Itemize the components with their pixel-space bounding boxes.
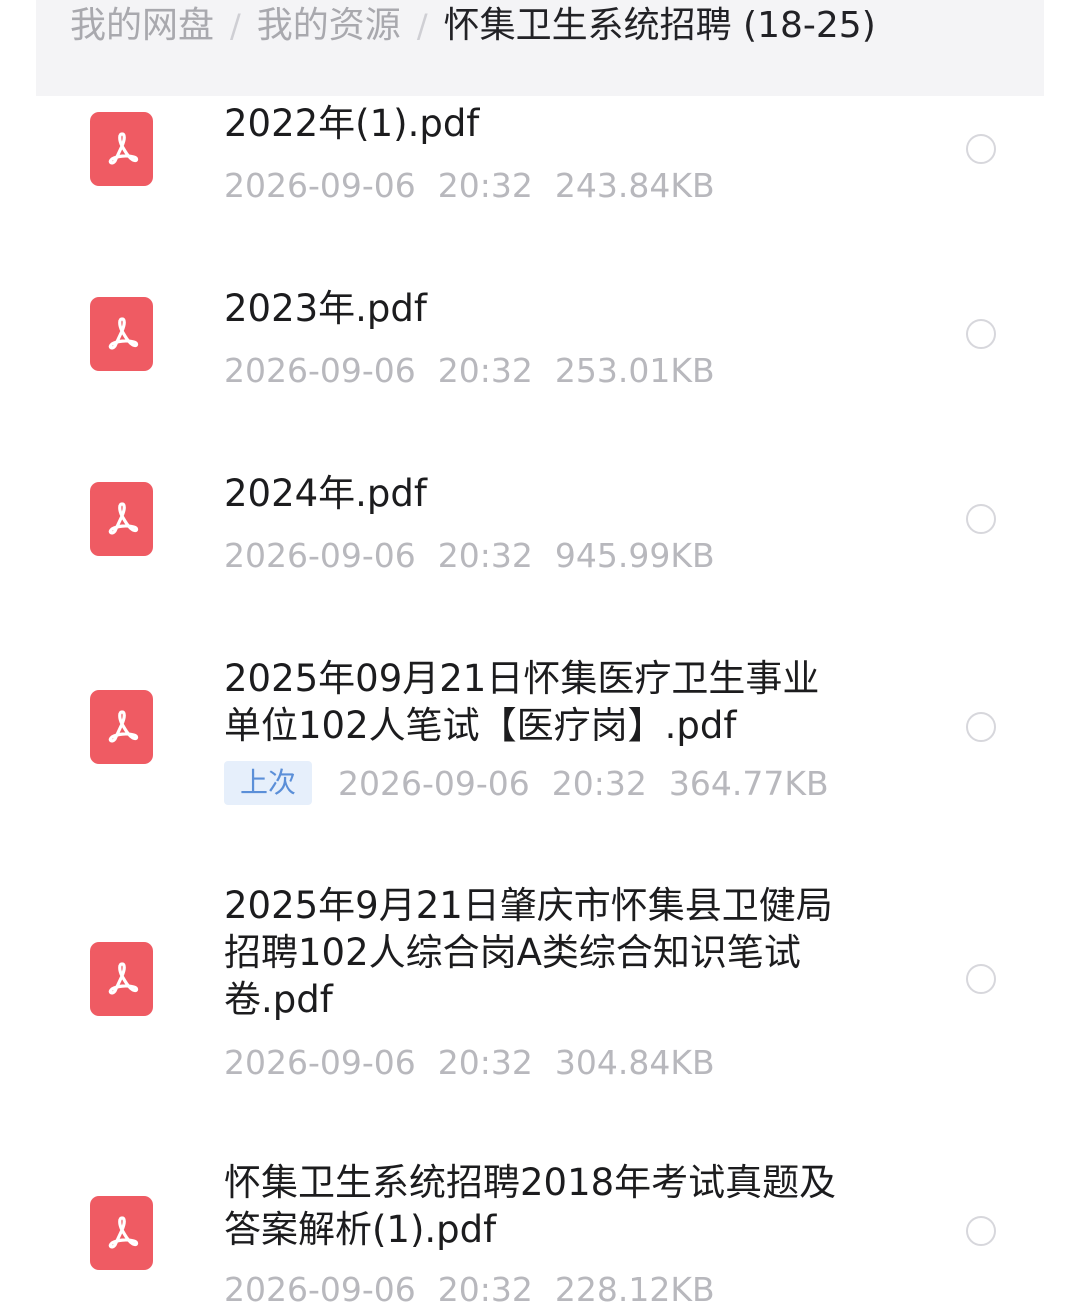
radio-circle-icon[interactable] xyxy=(966,319,996,349)
file-date: 2026-09-06 xyxy=(338,763,530,803)
file-size: 253.01KB xyxy=(554,350,715,390)
breadcrumb-separator: / xyxy=(416,7,428,45)
file-time: 20:32 xyxy=(551,763,647,803)
file-date: 2026-09-06 xyxy=(224,1042,416,1082)
file-time: 20:32 xyxy=(437,1269,533,1302)
file-meta: 2026-09-06 20:32 228.12KB xyxy=(224,1267,715,1302)
file-row[interactable]: 怀集卫生系统招聘2018年考试真题及答案解析(1).pdf 2026-09-06… xyxy=(0,1153,1079,1302)
file-meta: 2026-09-06 20:32 304.84KB xyxy=(224,1040,715,1084)
file-name[interactable]: 2023年.pdf xyxy=(224,285,854,332)
pdf-file-icon xyxy=(90,112,153,186)
breadcrumb-my-resources[interactable]: 我的资源 xyxy=(257,0,401,52)
file-name[interactable]: 2025年9月21日肇庆市怀集县卫健局招聘102人综合岗A类综合知识笔试卷.pd… xyxy=(224,882,854,1023)
radio-circle-icon[interactable] xyxy=(966,134,996,164)
file-row[interactable]: 2022年(1).pdf 2026-09-06 20:32 243.84KB xyxy=(0,96,1079,280)
file-date: 2026-09-06 xyxy=(224,535,416,575)
breadcrumb-bar: 我的网盘 / 我的资源 / 怀集卫生系统招聘 (18-25) xyxy=(36,0,1044,96)
pdf-file-icon xyxy=(90,297,153,371)
pdf-file-icon xyxy=(90,482,153,556)
file-list: 2022年(1).pdf 2026-09-06 20:32 243.84KB 2… xyxy=(0,96,1079,1302)
file-row[interactable]: 2023年.pdf 2026-09-06 20:32 253.01KB xyxy=(0,281,1079,465)
radio-circle-icon[interactable] xyxy=(966,504,996,534)
file-time: 20:32 xyxy=(437,1042,533,1082)
file-size: 228.12KB xyxy=(554,1269,715,1302)
pdf-file-icon xyxy=(90,1196,153,1270)
file-browser: 我的网盘 / 我的资源 / 怀集卫生系统招聘 (18-25) 2022年(1).… xyxy=(0,0,1079,1302)
file-row[interactable]: 2024年.pdf 2026-09-06 20:32 945.99KB xyxy=(0,466,1079,650)
radio-circle-icon[interactable] xyxy=(966,964,996,994)
file-size: 364.77KB xyxy=(668,763,829,803)
radio-circle-icon[interactable] xyxy=(966,712,996,742)
breadcrumb: 我的网盘 / 我的资源 / 怀集卫生系统招聘 (18-25) xyxy=(70,0,876,52)
file-row[interactable]: 2025年09月21日怀集医疗卫生事业单位102人笔试【医疗岗】.pdf 上次 … xyxy=(0,651,1079,881)
file-meta: 2026-09-06 20:32 253.01KB xyxy=(224,348,715,392)
file-date: 2026-09-06 xyxy=(224,350,416,390)
file-row[interactable]: 2025年9月21日肇庆市怀集县卫健局招聘102人综合岗A类综合知识笔试卷.pd… xyxy=(0,882,1079,1152)
file-size: 243.84KB xyxy=(554,165,715,205)
file-time: 20:32 xyxy=(437,350,533,390)
breadcrumb-separator: / xyxy=(230,7,241,45)
file-name[interactable]: 2024年.pdf xyxy=(224,470,854,517)
file-time: 20:32 xyxy=(437,535,533,575)
pdf-file-icon xyxy=(90,690,153,764)
breadcrumb-my-drive[interactable]: 我的网盘 xyxy=(70,0,214,52)
file-name[interactable]: 怀集卫生系统招聘2018年考试真题及答案解析(1).pdf xyxy=(224,1159,854,1253)
file-date: 2026-09-06 xyxy=(224,1269,416,1302)
radio-circle-icon[interactable] xyxy=(966,1216,996,1246)
file-meta: 上次 2026-09-06 20:32 364.77KB xyxy=(224,761,829,805)
file-date: 2026-09-06 xyxy=(224,165,416,205)
file-time: 20:32 xyxy=(437,165,533,205)
breadcrumb-current-folder: 怀集卫生系统招聘 (18-25) xyxy=(443,5,876,46)
file-meta: 2026-09-06 20:32 945.99KB xyxy=(224,533,715,577)
file-size: 304.84KB xyxy=(554,1042,715,1082)
file-name[interactable]: 2022年(1).pdf xyxy=(224,100,854,147)
last-opened-badge: 上次 xyxy=(224,761,313,805)
pdf-file-icon xyxy=(90,942,153,1016)
file-meta: 2026-09-06 20:32 243.84KB xyxy=(224,163,715,207)
file-size: 945.99KB xyxy=(554,535,715,575)
file-name[interactable]: 2025年09月21日怀集医疗卫生事业单位102人笔试【医疗岗】.pdf xyxy=(224,655,834,749)
